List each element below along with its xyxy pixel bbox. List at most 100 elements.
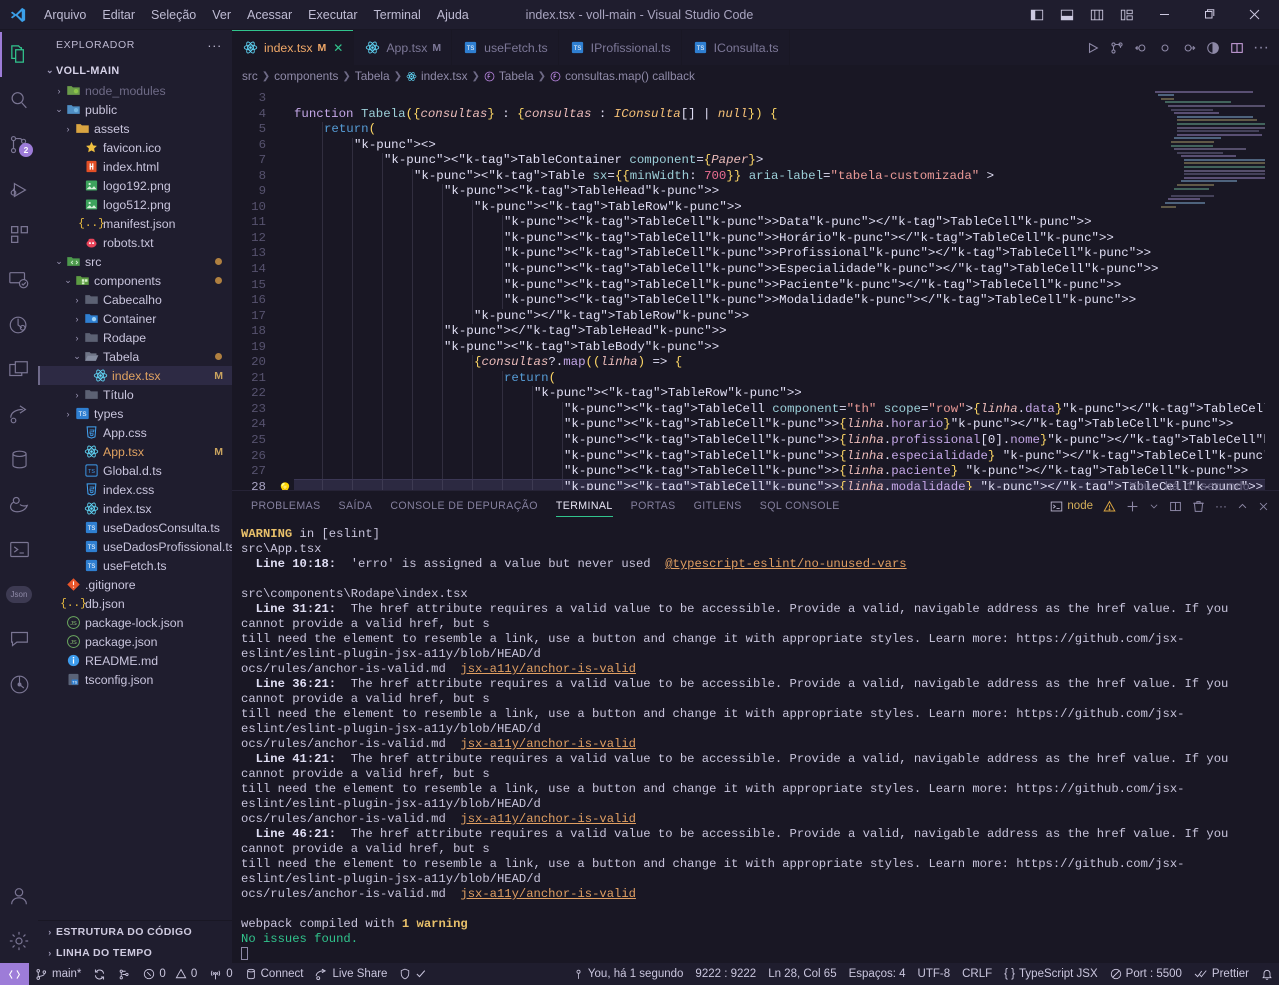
panel-more-actions-icon[interactable]: ··· bbox=[1211, 491, 1231, 521]
terminal-link[interactable]: jsx-a11y/anchor-is-valid bbox=[460, 662, 636, 676]
status-ports[interactable]: 0 bbox=[203, 963, 238, 985]
terminal-tab-indicator[interactable]: node bbox=[1046, 491, 1097, 521]
tree-item-index-tsx[interactable]: index.tsx M bbox=[38, 366, 232, 385]
code-line[interactable]: function Tabela({consultas} : {consultas… bbox=[294, 107, 1279, 123]
code-line[interactable]: "k-punc"><"k-tag">TableCell"k-punc">>Pro… bbox=[294, 246, 1279, 263]
terminal-link[interactable]: jsx-a11y/anchor-is-valid bbox=[460, 737, 636, 751]
file-tree[interactable]: ⌄ VOLL-MAIN › node_modules ⌄ public › assets f… bbox=[38, 60, 232, 920]
code-line[interactable]: "k-punc"><"k-tag">TableHead"k-punc">> bbox=[294, 184, 1279, 200]
section-linha-do-tempo[interactable]: › LINHA DO TEMPO bbox=[38, 942, 232, 963]
status-language-mode[interactable]: { } TypeScript JSX bbox=[998, 963, 1104, 985]
tree-item-manifest-json[interactable]: {..} manifest.json bbox=[38, 214, 232, 233]
run-icon[interactable] bbox=[1081, 33, 1105, 63]
glyph-margin[interactable]: 💡 bbox=[276, 87, 294, 490]
status-notifications[interactable] bbox=[1255, 963, 1279, 985]
status-indentation[interactable]: Espaços: 4 bbox=[843, 963, 912, 985]
tree-item-index-css[interactable]: index.css bbox=[38, 480, 232, 499]
menu-executar[interactable]: Executar bbox=[300, 4, 365, 26]
tree-item-cabecalho[interactable]: › Cabecalho bbox=[38, 290, 232, 309]
activitybar-item-json-tools[interactable]: Json bbox=[0, 572, 38, 617]
breadcrumb-item-tabela[interactable]: Tabela bbox=[355, 69, 390, 83]
activitybar-item-extensions[interactable] bbox=[0, 212, 38, 257]
menu-selecao[interactable]: Seleção bbox=[143, 4, 204, 26]
tree-item-package-lock-json[interactable]: JS package-lock.json bbox=[38, 613, 232, 632]
menu-bar[interactable]: Arquivo Editar Seleção Ver Acessar Execu… bbox=[36, 4, 477, 26]
activitybar-item-source-control[interactable]: 2 bbox=[0, 122, 38, 167]
code-line[interactable]: return( bbox=[294, 122, 1279, 138]
breadcrumb-item-callback[interactable]: consultas.map() callback bbox=[550, 69, 695, 83]
tree-item-t-tulo[interactable]: › Título bbox=[38, 385, 232, 404]
tree-item-assets[interactable]: › assets bbox=[38, 119, 232, 138]
tree-item-rodape[interactable]: › Rodape bbox=[38, 328, 232, 347]
activitybar-item-explorer[interactable] bbox=[0, 32, 38, 77]
code-line[interactable]: "k-punc"><"k-tag">TableBody"k-punc">> bbox=[294, 339, 1279, 356]
breadcrumb[interactable]: src ❯ components ❯ Tabela ❯ index.tsx ❯ … bbox=[232, 65, 1279, 87]
status-live-share[interactable]: Live Share bbox=[309, 963, 393, 985]
status-connect[interactable]: Connect bbox=[239, 963, 310, 985]
tree-item-src[interactable]: ⌄ src bbox=[38, 252, 232, 271]
panel-tab-sa-da[interactable]: SAÍDA bbox=[330, 491, 382, 521]
kill-terminal-icon[interactable] bbox=[1188, 491, 1209, 521]
activitybar-item-panels[interactable] bbox=[0, 347, 38, 392]
code-line[interactable]: "k-punc"></"k-tag">TableHead"k-punc">> bbox=[294, 324, 1279, 340]
status-char-count[interactable]: 9222 : 9222 bbox=[689, 963, 762, 985]
panel-tab-console-de-depura-o[interactable]: CONSOLE DE DEPURAÇÃO bbox=[381, 491, 547, 521]
tree-item-robots-txt[interactable]: robots.txt bbox=[38, 233, 232, 252]
tree-item-index-tsx[interactable]: index.tsx bbox=[38, 499, 232, 518]
breadcrumb-item-src[interactable]: src bbox=[242, 69, 258, 83]
code-line[interactable]: "k-punc"><"k-tag">TableCell"k-punc">>Dat… bbox=[294, 215, 1279, 231]
tree-item-favicon-ico[interactable]: favicon.ico bbox=[38, 138, 232, 157]
menu-ver[interactable]: Ver bbox=[204, 4, 239, 26]
split-run-icon[interactable] bbox=[1105, 33, 1129, 63]
code-content[interactable]: function Tabela({consultas} : {consultas… bbox=[294, 87, 1279, 490]
editor-tab-app-tsx[interactable]: App.tsx M bbox=[354, 30, 453, 65]
panel-tab-problemas[interactable]: PROBLEMAS bbox=[242, 491, 330, 521]
tree-item-logo192-png[interactable]: logo192.png bbox=[38, 176, 232, 195]
activitybar-item-database[interactable] bbox=[0, 437, 38, 482]
status-security[interactable] bbox=[393, 963, 433, 985]
tree-item-usedadosprofissional-ts[interactable]: TS useDadosProfissional.ts bbox=[38, 537, 232, 556]
maximize-panel-icon[interactable] bbox=[1233, 491, 1252, 521]
split-terminal-icon[interactable] bbox=[1165, 491, 1186, 521]
tree-item-logo512-png[interactable]: logo512.png bbox=[38, 195, 232, 214]
status-prettier[interactable]: Prettier bbox=[1188, 963, 1255, 985]
tree-item-node-modules[interactable]: › node_modules bbox=[38, 81, 232, 100]
code-line[interactable]: "k-punc"><"k-tag">TableCell component="t… bbox=[294, 401, 1279, 418]
maximize-button[interactable] bbox=[1187, 0, 1232, 29]
code-line[interactable]: "k-punc"><"k-tag">TableCell"k-punc">>Pac… bbox=[294, 277, 1279, 294]
tree-item-tabela[interactable]: ⌄ Tabela bbox=[38, 347, 232, 366]
status-port[interactable]: Port : 5500 bbox=[1104, 963, 1188, 985]
code-line-active[interactable]: "k-punc"><"k-tag">TableCell"k-punc">>{li… bbox=[294, 478, 1279, 490]
status-eol[interactable]: CRLF bbox=[956, 963, 998, 985]
tree-item-tsconfig-json[interactable]: TS tsconfig.json bbox=[38, 670, 232, 689]
code-line[interactable]: "k-punc"><"k-tag">TableCell"k-punc">>{li… bbox=[294, 417, 1279, 434]
code-line[interactable]: "k-punc"></"k-tag">TableRow"k-punc">> bbox=[294, 308, 1279, 325]
activitybar-item-remote-explorer[interactable] bbox=[0, 257, 38, 302]
step-forward-icon[interactable] bbox=[1177, 33, 1201, 63]
terminal-link[interactable]: @typescript-eslint/no-unused-vars bbox=[665, 557, 906, 571]
activitybar-item-gitlens[interactable] bbox=[0, 662, 38, 707]
tree-item-components[interactable]: ⌄ components bbox=[38, 271, 232, 290]
editor-tab-usefetch-ts[interactable]: TS useFetch.ts bbox=[452, 30, 559, 65]
code-line[interactable]: "k-punc"><"k-tag">TableCell"k-punc">>{li… bbox=[294, 464, 1279, 480]
activitybar-item-testing[interactable] bbox=[0, 302, 38, 347]
panel-tab-gitlens[interactable]: GITLENS bbox=[685, 491, 751, 521]
code-line[interactable]: "k-punc"><"k-tag">TableRow"k-punc">> bbox=[294, 386, 1279, 402]
status-encoding[interactable]: UTF-8 bbox=[912, 963, 957, 985]
code-line[interactable]: "k-punc"><"k-tag">TableContainer compone… bbox=[294, 153, 1279, 169]
panel-tab-portas[interactable]: PORTAS bbox=[622, 491, 685, 521]
editor-tab-iprofissional-ts[interactable]: TS IProfissional.ts bbox=[558, 30, 682, 65]
activitybar-item-accounts[interactable] bbox=[0, 873, 38, 918]
coverage-icon[interactable] bbox=[1201, 33, 1225, 63]
activitybar-item-settings[interactable] bbox=[0, 918, 38, 963]
more-actions-icon[interactable]: ··· bbox=[1249, 33, 1273, 63]
tree-item-app-tsx[interactable]: App.tsx M bbox=[38, 442, 232, 461]
code-line[interactable]: "k-punc"><"k-tag">TableRow"k-punc">> bbox=[294, 199, 1279, 216]
step-over-icon[interactable] bbox=[1153, 33, 1177, 63]
tree-root-folder[interactable]: ⌄ VOLL-MAIN bbox=[38, 60, 232, 81]
close-button[interactable] bbox=[1232, 0, 1277, 29]
terminal-output[interactable]: WARNING in [eslint] src\App.tsx Line 10:1… bbox=[232, 521, 1279, 963]
tree-item-db-json[interactable]: {..} db.json bbox=[38, 594, 232, 613]
code-line[interactable]: "k-punc"><"k-tag">TableCell"k-punc">>{li… bbox=[294, 448, 1279, 465]
terminal-link[interactable]: jsx-a11y/anchor-is-valid bbox=[460, 812, 636, 826]
